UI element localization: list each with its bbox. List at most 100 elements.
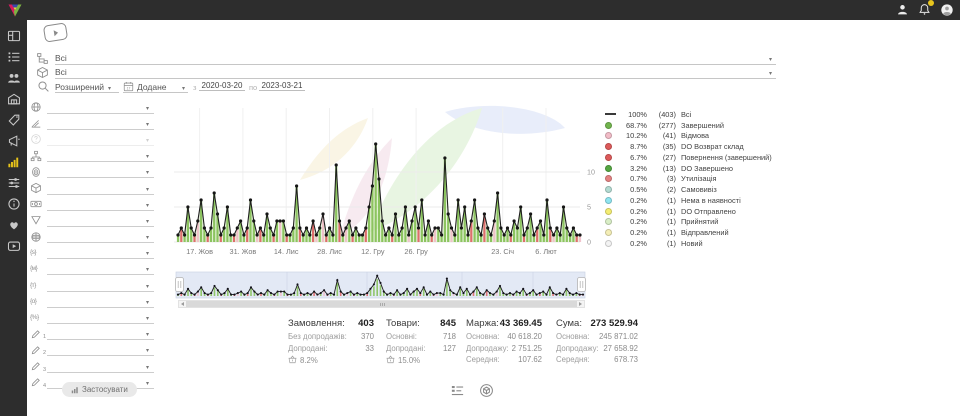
legend-item[interactable]: 0.5%(2)Самовивіз <box>605 184 785 195</box>
filter-row-question[interactable]: ▾ <box>30 131 154 147</box>
legend-percent: 0.2% <box>618 228 647 237</box>
profile-avatar[interactable] <box>939 2 954 17</box>
filter-row-pencil1[interactable]: 1▾ <box>30 326 154 342</box>
product-select[interactable]: Всі ▾ <box>55 65 776 79</box>
filter-row-funnel[interactable]: ▾ <box>30 212 154 228</box>
search-mode-select[interactable]: Розширений ▾ <box>55 79 119 93</box>
sidebar-item-dashboard[interactable] <box>0 25 27 46</box>
filter-select-field[interactable]: ▾ <box>47 133 154 146</box>
filter-select-field[interactable]: ▾ <box>47 117 154 130</box>
filter-select-field[interactable]: ▾ <box>47 246 154 259</box>
legend-item[interactable]: 3.2%(13)DO Завершено <box>605 163 785 174</box>
filter-select-field[interactable]: ▾ <box>47 230 154 243</box>
legend-item[interactable]: 100%(403)Всі <box>605 109 785 120</box>
filter-row-globe[interactable]: ▾ <box>30 99 154 115</box>
list-view-icon[interactable] <box>450 383 465 398</box>
legend-item[interactable]: 8.7%(35)DO Возврат склад <box>605 141 785 152</box>
source-select[interactable]: Всі ▾ <box>55 51 776 65</box>
legend-item[interactable]: 10.2%(41)Відмова <box>605 131 785 142</box>
filter-row-braces-%[interactable]: {%}▾ <box>30 309 154 325</box>
filter-row-pencil3[interactable]: 3▾ <box>30 358 154 374</box>
filter-select-field[interactable]: ▾ <box>47 295 154 308</box>
legend-item[interactable]: 6.7%(27)Повернення (завершений) <box>605 152 785 163</box>
filter-select-field[interactable]: ▾ <box>47 182 154 195</box>
stats-sub-value: 127 <box>443 344 456 356</box>
sidebar-item-info[interactable] <box>0 193 27 214</box>
dropdown-caret-icon: ▾ <box>146 170 149 176</box>
legend-item[interactable]: 0.2%(1)Відправлений <box>605 227 785 238</box>
stats-sub-value: 27 658.92 <box>603 344 638 356</box>
package-view-icon[interactable] <box>479 383 494 398</box>
pencil-icon: 2 <box>30 343 47 356</box>
braces-icon: {s} <box>30 246 47 259</box>
filter-row-banknote[interactable]: ▾ <box>30 196 154 212</box>
legend-item[interactable]: 0.2%(1)Нема в наявності <box>605 195 785 206</box>
calendar-icon: 17 <box>123 81 134 92</box>
sidebar-item-orders[interactable] <box>0 46 27 67</box>
filter-select-field[interactable]: ▾ <box>47 198 154 211</box>
svg-text:6. Лют: 6. Лют <box>535 247 557 256</box>
notifications-bell-icon[interactable] <box>917 2 932 17</box>
legend-item[interactable]: 0.2%(1)Прийнятий <box>605 217 785 228</box>
filter-row-fingerprint[interactable]: ▾ <box>30 164 154 180</box>
filter-select-field[interactable]: ▾ <box>47 149 154 162</box>
legend-dot-swatch <box>605 240 618 247</box>
filter-row-sitemap[interactable]: ▾ <box>30 148 154 164</box>
filter-select-field[interactable]: ▾ <box>47 262 154 275</box>
apply-filters-button[interactable]: Застосувати <box>62 382 137 397</box>
filter-row-braces-м[interactable]: {м}▾ <box>30 261 154 277</box>
scroll-left-icon[interactable] <box>181 302 184 306</box>
sidebar-item-tutorials[interactable] <box>0 235 27 256</box>
svg-text:26. Гру: 26. Гру <box>404 247 428 256</box>
product-select-value: Всі <box>55 67 67 77</box>
date-from-input[interactable]: 2020-03-20 <box>199 81 245 91</box>
filter-select-field[interactable]: ▾ <box>47 165 154 178</box>
legend-item[interactable]: 0.2%(1)Новий <box>605 238 785 249</box>
filter-row-pencil2[interactable]: 2▾ <box>30 342 154 358</box>
brand-logo[interactable] <box>7 2 23 18</box>
filter-select-field[interactable]: ▾ <box>47 101 154 114</box>
stats-sub-value: 2 751.25 <box>512 344 542 356</box>
braces-icon: {%} <box>30 311 47 324</box>
sidebar-item-support[interactable] <box>0 214 27 235</box>
scroll-right-icon[interactable] <box>579 302 582 306</box>
filter-select-field[interactable]: ▾ <box>47 327 154 340</box>
filter-select-field[interactable]: ▾ <box>47 311 154 324</box>
filter-select-field[interactable]: ▾ <box>47 214 154 227</box>
upsell-share-row: 15.0% <box>386 355 456 367</box>
filter-row-braces-о[interactable]: {о}▾ <box>30 293 154 309</box>
filter-row-web[interactable]: ▾ <box>30 229 154 245</box>
stats-sub-value: 718 <box>443 332 456 344</box>
legend-percent: 6.7% <box>618 153 647 162</box>
filter-row-cube[interactable]: ▾ <box>30 180 154 196</box>
sidebar-item-customers[interactable] <box>0 67 27 88</box>
legend-dot-swatch <box>605 229 618 236</box>
filter-row-braces-s[interactable]: {s}▾ <box>30 245 154 261</box>
sidebar-item-tags[interactable] <box>0 109 27 130</box>
sidebar-item-warehouse[interactable] <box>0 88 27 109</box>
filter-select-field[interactable]: ▾ <box>47 343 154 356</box>
filter-select-field[interactable]: ▾ <box>47 360 154 373</box>
pencil-number: 1 <box>43 334 46 340</box>
legend-percent: 0.2% <box>618 239 647 248</box>
stats-title: Товари: <box>386 318 420 332</box>
stats-sub-row: Допродані:33 <box>288 344 374 356</box>
date-to-input[interactable]: 2023-03-21 <box>259 81 305 91</box>
legend-item[interactable]: 0.7%(3)Утилізація <box>605 174 785 185</box>
pencil-number: 4 <box>43 383 46 389</box>
legend-item[interactable]: 68.7%(277)Завершений <box>605 120 785 131</box>
user-icon[interactable] <box>895 2 910 17</box>
dropdown-caret-icon: ▾ <box>146 154 149 160</box>
legend-dot-swatch <box>605 132 618 139</box>
scrollbar-thumb[interactable] <box>186 301 577 307</box>
filter-row-braces-т[interactable]: {т}▾ <box>30 277 154 293</box>
legend-item[interactable]: 0.2%(1)DO Отправлено <box>605 206 785 217</box>
chart-scrollbar[interactable] <box>178 300 585 308</box>
date-field-select[interactable]: 17 Додане ▾ <box>123 79 188 93</box>
sidebar-item-integrations[interactable] <box>0 172 27 193</box>
filter-row-slope[interactable]: ▾ <box>30 115 154 131</box>
filter-select-field[interactable]: ▾ <box>47 279 154 292</box>
sidebar-item-campaigns[interactable] <box>0 130 27 151</box>
stats-value: 845 <box>440 318 456 332</box>
sidebar-item-analytics[interactable] <box>0 151 27 172</box>
